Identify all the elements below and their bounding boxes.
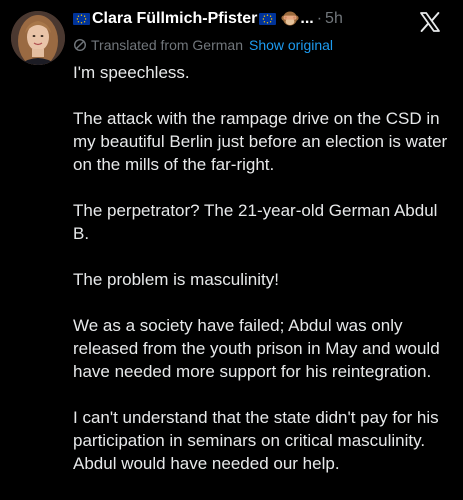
- avatar[interactable]: [11, 11, 65, 65]
- tweet-paragraph: I can't understand that the state didn't…: [73, 408, 439, 473]
- show-original-link[interactable]: Show original: [249, 37, 333, 53]
- name-truncation: ...: [300, 10, 314, 27]
- tweet-card: Clara Füllmich-Pfister ... · 5h Translat…: [0, 0, 463, 500]
- translation-info: Translated from German Show original: [73, 35, 333, 55]
- tweet-paragraph: The perpetrator? The 21-year-old German …: [73, 201, 438, 243]
- tweet-paragraph: The problem is masculinity!: [73, 270, 279, 289]
- see-no-evil-monkey-icon: [281, 10, 299, 28]
- eu-flag-icon: [73, 13, 90, 25]
- display-name: Clara Füllmich-Pfister: [92, 10, 258, 27]
- header-separator: ·: [316, 10, 323, 27]
- author-name-link[interactable]: Clara Füllmich-Pfister ...: [73, 8, 314, 30]
- translate-icon: [73, 38, 87, 52]
- translated-from-label: Translated from German: [91, 37, 243, 53]
- tweet-paragraph: We as a society have failed; Abdul was o…: [73, 316, 440, 381]
- tweet-paragraph: The attack with the rampage drive on the…: [73, 109, 448, 174]
- x-logo-icon[interactable]: [419, 11, 441, 33]
- tweet-text: I'm speechless. The attack with the ramp…: [73, 61, 458, 498]
- tweet-timestamp[interactable]: 5h: [325, 8, 343, 30]
- tweet-header: Clara Füllmich-Pfister ... · 5h: [73, 8, 343, 30]
- eu-flag-icon: [259, 13, 277, 25]
- tweet-paragraph: I'm speechless.: [73, 63, 190, 82]
